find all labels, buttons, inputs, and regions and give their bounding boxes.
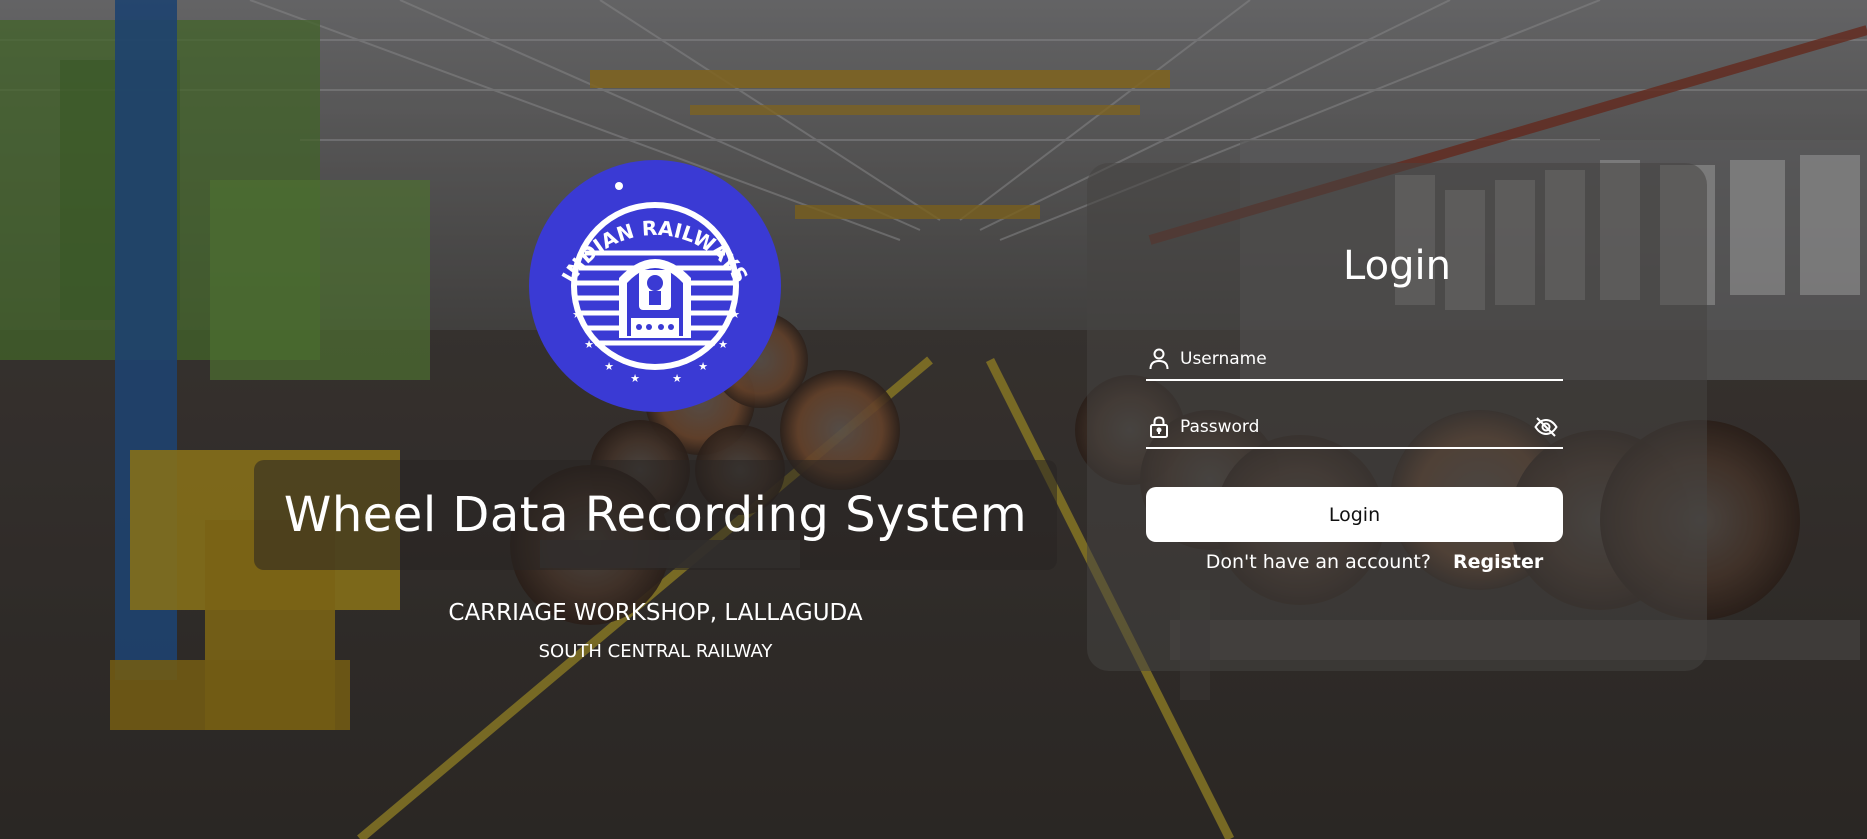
svg-text:★: ★ (584, 338, 594, 351)
login-page: ★ ★ ★ ★ ★ ★ ★ ★ INDIAN RAILWAYS Wheel Da… (0, 0, 1867, 839)
lock-icon (1148, 416, 1170, 438)
svg-text:★: ★ (630, 372, 640, 385)
register-link[interactable]: Register (1453, 551, 1543, 573)
login-heading: Login (1343, 243, 1451, 289)
eye-off-icon[interactable] (1533, 414, 1559, 440)
user-icon (1148, 348, 1170, 370)
svg-text:★: ★ (672, 372, 682, 385)
indian-railways-logo: ★ ★ ★ ★ ★ ★ ★ ★ INDIAN RAILWAYS (527, 158, 783, 414)
railway-zone-name: SOUTH CENTRAL RAILWAY (538, 641, 773, 662)
login-button[interactable]: Login (1146, 487, 1563, 542)
title-panel: Wheel Data Recording System (254, 460, 1057, 570)
svg-text:★: ★ (718, 338, 728, 351)
svg-text:★: ★ (698, 360, 708, 373)
no-account-text: Don't have an account? (1205, 551, 1431, 573)
login-card: Login Username Login Don't have an accou… (1087, 163, 1707, 671)
svg-text:★: ★ (604, 360, 614, 373)
password-field (1146, 407, 1563, 449)
svg-text:★: ★ (730, 308, 740, 321)
register-prompt: Don't have an account? Register (1087, 551, 1662, 573)
username-field (1146, 339, 1563, 381)
workshop-name: CARRIAGE WORKSHOP, LALLAGUDA (448, 600, 863, 626)
app-title: Wheel Data Recording System (283, 487, 1028, 543)
password-input[interactable] (1180, 412, 1533, 442)
svg-text:★: ★ (572, 308, 582, 321)
username-input[interactable] (1180, 344, 1563, 374)
